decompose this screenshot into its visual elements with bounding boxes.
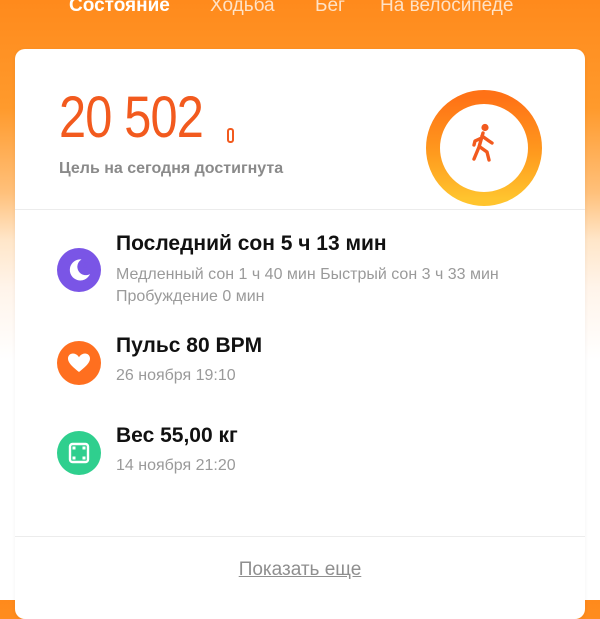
tab-cycling[interactable]: На велосипеде xyxy=(380,0,513,20)
steps-count: 20 502 xyxy=(59,85,204,150)
steps-summary[interactable]: 20 502 Цель на сегодня достигнута xyxy=(15,49,585,209)
divider xyxy=(15,536,585,537)
goal-status: Цель на сегодня достигнута xyxy=(59,160,284,177)
sleep-moon-icon xyxy=(57,248,101,292)
heart-icon xyxy=(57,341,101,385)
sleep-title: Последний сон 5 ч 13 мин xyxy=(116,232,387,255)
show-more-link[interactable]: Показать еще xyxy=(15,559,585,581)
top-tabs: Состояние Ходьба Бег На велосипеде xyxy=(0,0,600,32)
pulse-title: Пульс 80 BPM xyxy=(116,334,263,357)
tab-running[interactable]: Бег xyxy=(315,0,345,20)
steps-value-wrapper: 20 502 xyxy=(59,85,230,149)
goal-progress-ring xyxy=(426,90,542,206)
divider xyxy=(15,209,585,210)
fitness-band-icon xyxy=(227,128,234,143)
weight-title: Вес 55,00 кг xyxy=(116,424,238,447)
sleep-details: Медленный сон 1 ч 40 мин Быстрый сон 3 ч… xyxy=(116,266,499,305)
status-card: 20 502 Цель на сегодня достигнута Послед… xyxy=(15,49,585,619)
tab-walking[interactable]: Ходьба xyxy=(210,0,275,20)
scale-icon xyxy=(57,431,101,475)
pulse-time: 26 ноября 19:10 xyxy=(116,367,236,384)
walking-person-icon xyxy=(472,123,494,162)
weight-time: 14 ноября 21:20 xyxy=(116,457,236,474)
tab-status[interactable]: Состояние xyxy=(69,0,170,20)
